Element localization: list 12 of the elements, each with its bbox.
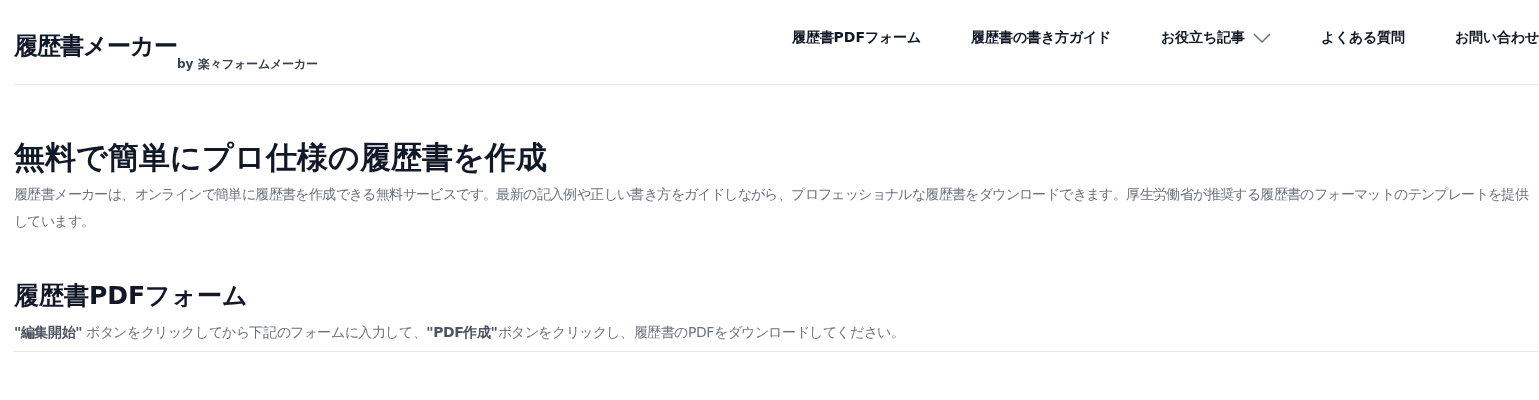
logo-subtitle: by 楽々フォームメーカー — [177, 56, 318, 72]
site-logo[interactable]: 履歴書メーカー — [14, 30, 177, 62]
page-title: 無料で簡単にプロ仕様の履歴書を作成 — [14, 138, 548, 177]
nav-link[interactable]: 履歴書PDFフォーム — [791, 27, 921, 48]
nav-dropdown[interactable]: お役立ち記事 — [1161, 27, 1271, 48]
nav-link[interactable]: 履歴書の書き方ガイド — [971, 27, 1111, 48]
section-title: 履歴書PDFフォーム — [14, 280, 250, 312]
nav-link[interactable]: お問い合わせ — [1455, 27, 1539, 48]
chevron-down-icon — [1253, 32, 1271, 43]
instructions-text: "編集開始" ボタンをクリックしてから下記のフォームに入力して、"PDF作成"ボタンをクリックし、履歴書のPDFをダウンロードしてください。 — [14, 323, 906, 342]
intro-text: 履歴書メーカーは、オンラインで簡単に履歴書を作成できる無料サービスです。最新の記入例や正しい書き方をガイドしながら、プロフェッショナルな履歴書をダウンロードできます。厚生労働省が推奨する履歴書のフォーマットのテンプレートを提供しています。 — [14, 185, 1530, 231]
nav-link[interactable]: よくある質問 — [1321, 27, 1405, 48]
